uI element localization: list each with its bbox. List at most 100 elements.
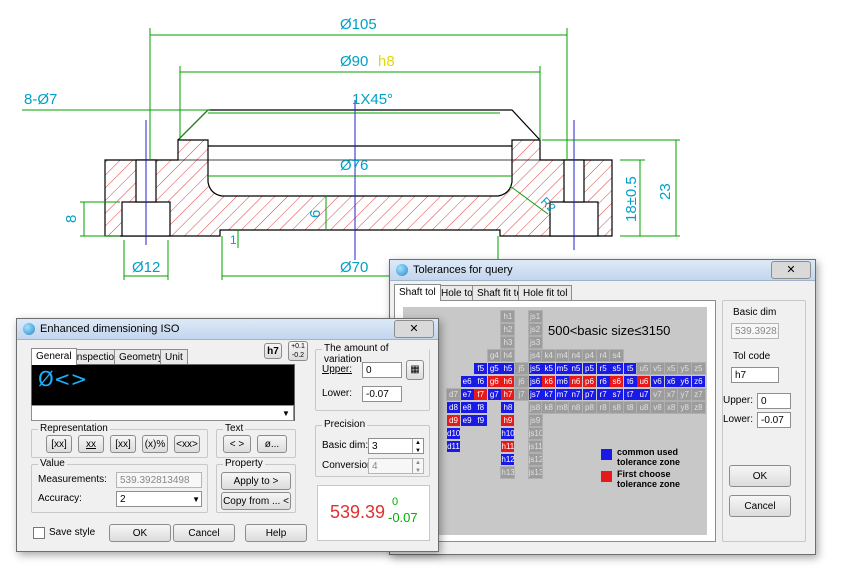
cancel-button[interactable]: Cancel [729,495,791,517]
tolerance-cell[interactable]: f9 [474,415,488,426]
tolerance-cell[interactable]: j5 [514,362,529,375]
tolerance-cell[interactable]: j6 [514,375,529,388]
tolerance-cell[interactable]: s7 [610,389,624,400]
repr-underline-button[interactable]: xx [78,435,104,453]
insert-symbol-button[interactable]: ø... [257,435,287,453]
tolerance-cell[interactable]: js13 [527,466,543,479]
conversion-spinner[interactable]: 4 ▲ ▼ [368,458,424,474]
repr-percent-button[interactable]: (x)% [142,435,168,453]
tolerance-cell[interactable]: h9 [501,415,515,426]
tolerance-cell[interactable]: js6 [528,376,542,387]
tolerance-cell[interactable]: t7 [623,389,637,400]
tolerance-cell[interactable]: k7 [542,389,556,400]
tolerance-cell[interactable]: d9 [447,415,460,426]
tolerance-cell[interactable]: js12 [527,453,543,466]
tolerance-cell[interactable]: f5 [474,363,488,374]
tolerance-cell[interactable]: t8 [622,401,638,414]
tolerance-cell[interactable]: e8 [460,402,474,413]
tolerance-cell[interactable]: f7 [474,389,488,400]
help-button[interactable]: Help [245,524,307,542]
tolerance-button[interactable]: +0.1 -0.2 [288,341,308,361]
tolerance-cell[interactable]: f6 [474,376,488,387]
tolerance-cell[interactable]: n7 [569,389,583,400]
tolerance-cell[interactable]: h1 [500,310,516,323]
basic-dim-field[interactable]: 539.392813 [731,323,779,339]
basic-dim-spinner[interactable]: 3 ▲ ▼ [368,438,424,454]
tolerance-cell[interactable]: h3 [500,336,516,349]
tolerance-cell[interactable]: h7 [501,389,515,400]
tab-shaft-tol[interactable]: Shaft tol [394,284,441,301]
copy-from-button[interactable]: Copy from ... < [221,492,291,510]
tolerance-cell[interactable]: p7 [583,389,596,400]
tolerance-cell[interactable]: t6 [623,376,637,387]
tolerance-cell[interactable]: h13 [500,466,516,479]
tolerance-cell[interactable]: js3 [527,336,543,349]
tolerance-cell[interactable]: z5 [690,362,706,375]
tolerance-cell[interactable]: z8 [690,401,706,414]
tolerance-cell[interactable]: g6 [487,376,501,387]
tolerance-cell[interactable]: h2 [500,323,516,336]
tolerance-cell[interactable]: v7 [650,388,665,401]
tolerance-cell[interactable]: h10 [501,428,515,439]
tolerance-cell[interactable]: h6 [501,376,515,387]
tolerance-cell[interactable]: x7 [663,388,679,401]
tolerance-cell[interactable]: f8 [474,402,488,413]
tolerance-cell[interactable]: d11 [447,441,460,452]
tolerance-cell[interactable]: p4 [582,349,597,362]
tolerance-cell[interactable]: n5 [569,363,583,374]
repr-basic-button[interactable]: [xx] [46,435,72,453]
tolerance-cell[interactable]: n4 [568,349,584,362]
repr-ref-button[interactable]: <xx> [174,435,200,453]
tolerance-cell[interactable]: e6 [460,376,474,387]
tolerance-cell[interactable]: j7 [514,388,529,401]
upper-field[interactable]: 0 [362,362,402,378]
close-button[interactable]: ✕ [394,320,434,338]
tolerance-cell[interactable]: y6 [678,376,692,387]
tolerance-cell[interactable]: m4 [554,349,570,362]
tolerance-cell[interactable]: js7 [528,389,542,400]
tolerance-cell[interactable]: js5 [528,363,542,374]
tolerance-cell[interactable]: g5 [487,363,501,374]
insert-brackets-button[interactable]: < > [223,435,251,453]
tolerance-cell[interactable]: p6 [583,376,596,387]
tolerance-cell[interactable]: u5 [636,362,652,375]
tolerance-cell[interactable]: x5 [663,362,679,375]
tab-unit[interactable]: Unit [160,349,188,365]
tolerance-cell[interactable]: js2 [527,323,543,336]
save-style-checkbox[interactable] [33,527,45,539]
apply-to-button[interactable]: Apply to > [221,472,291,490]
tolerance-cell[interactable]: js11 [527,440,543,453]
tolerance-cell[interactable]: v5 [650,362,665,375]
tolerance-cell[interactable]: d7 [446,388,461,401]
tolerance-cell[interactable]: h4 [500,349,516,362]
spinner-arrows-icon[interactable]: ▲ ▼ [412,439,423,453]
tolerance-cell[interactable]: r5 [596,363,610,374]
tolerance-cell[interactable]: n8 [568,401,584,414]
tolerance-cell[interactable]: r4 [595,349,611,362]
tolerance-cell[interactable]: y8 [677,401,693,414]
lower-field[interactable]: -0.07 [757,412,791,428]
tolerance-cell[interactable]: x8 [663,401,679,414]
tolerance-cell[interactable]: g7 [487,389,501,400]
tolerance-cell[interactable]: js8 [527,401,543,414]
cancel-button[interactable]: Cancel [173,524,235,542]
tolerance-cell[interactable]: p8 [582,401,597,414]
tolerance-cell[interactable]: t5 [623,363,637,374]
tolerance-cell[interactable]: m5 [555,363,569,374]
tab-hole-fit-tol[interactable]: Hole fit tol [518,285,573,301]
tolerance-cell[interactable]: n6 [569,376,583,387]
tolerance-cell[interactable]: js1 [527,310,543,323]
spinner-arrows-icon[interactable]: ▲ ▼ [412,459,423,473]
upper-field[interactable]: 0 [757,393,791,409]
tolerance-cell[interactable]: y7 [677,388,693,401]
tolerance-cell[interactable]: p5 [583,363,596,374]
tolerance-cell[interactable]: r6 [596,376,610,387]
tolerance-cell[interactable]: z6 [691,376,705,387]
tolerance-cell[interactable]: s6 [610,376,624,387]
tolerance-cell[interactable]: v8 [650,401,665,414]
tolerance-cell[interactable]: k6 [542,376,556,387]
tab-general[interactable]: General [31,348,77,365]
tolerance-cell[interactable]: s5 [610,363,624,374]
tolerance-cell[interactable]: js4 [527,349,543,362]
tolerance-cell[interactable]: h5 [501,363,515,374]
